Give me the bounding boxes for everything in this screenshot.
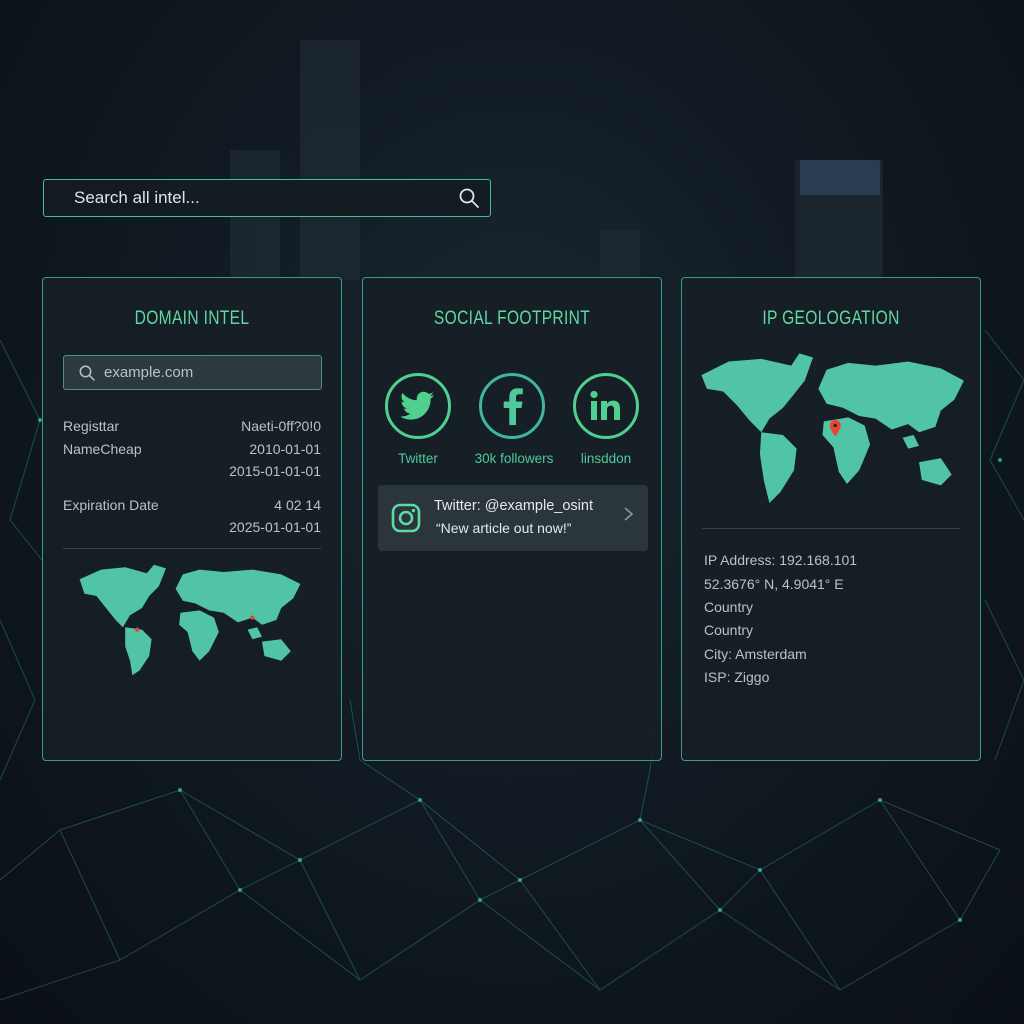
facebook-f-icon — [503, 388, 523, 425]
country-label: Country — [704, 599, 754, 615]
social-footprint-panel: SOCIAL FOOTPRINT Twitter 30k followers l… — [362, 277, 662, 761]
divider — [63, 548, 321, 549]
facebook-icon[interactable] — [479, 373, 545, 439]
created-date: 2010-01-01 — [249, 441, 321, 457]
location-marker — [135, 627, 140, 632]
chevron-right-icon[interactable] — [622, 507, 634, 521]
domain-world-map — [79, 564, 301, 676]
registrar-name: NameCheap — [63, 441, 142, 457]
geo-world-map — [701, 353, 964, 503]
linkedin-in-icon — [590, 390, 620, 420]
divider — [702, 528, 960, 529]
ip-address: IP Address: 192.168.101 — [704, 552, 858, 568]
linkedin-caption: linsddon — [580, 451, 632, 466]
linkedin-icon[interactable] — [573, 373, 639, 439]
location-marker — [250, 615, 255, 620]
isp: ISP: Ziggo — [704, 669, 770, 685]
registrar-value: Naeti-0ff?0!0 — [241, 418, 321, 434]
domain-search-input[interactable] — [102, 363, 321, 382]
feed-post-text: “New article out now!” — [436, 520, 572, 536]
instagram-icon — [391, 503, 421, 533]
global-search-input[interactable] — [44, 187, 458, 209]
panel-title: SOCIAL FOOTPRINT — [433, 308, 591, 329]
twitter-icon[interactable] — [385, 373, 451, 439]
coordinates: 52.3676° N, 4.9041° E — [704, 576, 844, 592]
country-label: Country — [704, 622, 754, 638]
city: City: Amsterdam — [704, 646, 807, 662]
search-icon — [79, 365, 95, 381]
panel-title: DOMAIN INTEL — [134, 308, 250, 329]
global-search-bar[interactable] — [43, 179, 491, 217]
feed-handle: Twitter: @example_osint — [434, 498, 593, 514]
expiration-date: 2025-01-01-01 — [229, 519, 321, 535]
panel-title: IP GEOLOGATION — [762, 308, 900, 329]
domain-intel-panel: DOMAIN INTEL Registtar Naeti-0ff?0!0 Nam… — [42, 277, 342, 761]
updated-date: 2015-01-01-01 — [229, 463, 321, 479]
search-icon[interactable] — [458, 187, 480, 209]
ip-geolocation-panel: IP GEOLOGATION IP Address: 192.168.101 5… — [681, 277, 981, 761]
expiration-value: 4 02 14 — [274, 497, 321, 513]
registrar-label: Registtar — [63, 418, 120, 434]
social-feed-item[interactable]: Twitter: @example_osint “New article out… — [378, 485, 648, 551]
expiration-label: Expiration Date — [63, 497, 159, 513]
twitter-bird-icon — [401, 391, 434, 420]
domain-search-field[interactable] — [63, 355, 322, 390]
twitter-caption: Twitter — [398, 451, 438, 466]
